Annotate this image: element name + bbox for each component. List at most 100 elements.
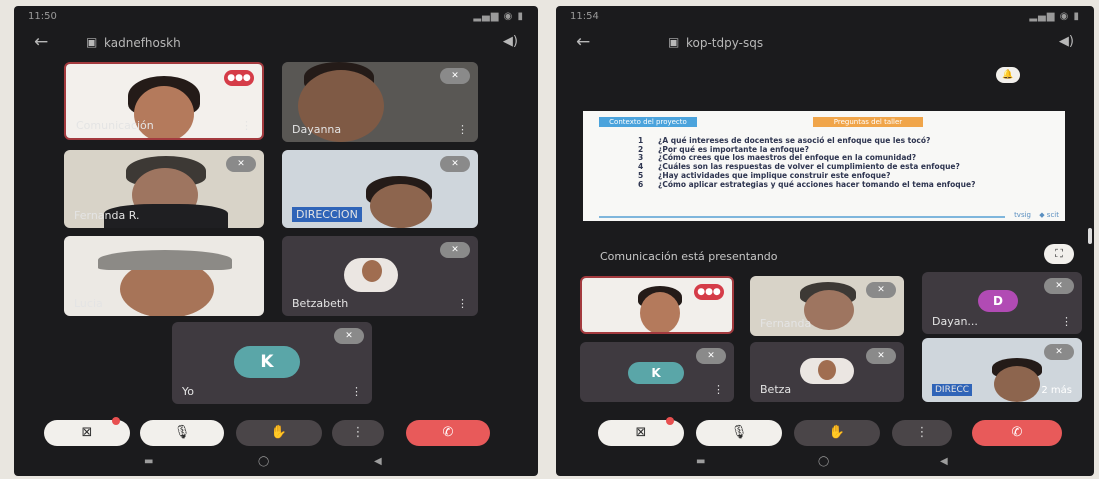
presenting-label: Comunicación está presentando — [600, 250, 778, 263]
back-arrow-icon[interactable]: ← — [576, 32, 590, 52]
more-participants-label[interactable]: 2 más — [1041, 385, 1072, 396]
status-time: 11:54 — [570, 11, 599, 22]
slide-logo: ◆ scit — [1039, 211, 1059, 219]
mic-muted-icon: ✕ — [1044, 344, 1074, 360]
phone-screen-right: 11:54 ▂▄▆ ◉ ▮ ← ▣ kop-tdpy-sqs ◀) 🔔 Cont… — [556, 6, 1094, 476]
more-options-button[interactable]: ⋮ — [892, 420, 952, 446]
avatar: K — [628, 362, 684, 384]
call-controls: ⊠ 🎙 ✋ ⋮ ✆ — [14, 417, 538, 450]
participant-name: Betza — [760, 383, 792, 396]
status-bar: 11:54 ▂▄▆ ◉ ▮ — [570, 11, 1080, 25]
hand-icon: ✋ — [828, 425, 846, 440]
status-time: 11:50 — [28, 11, 57, 22]
avatar: K — [234, 346, 300, 378]
android-nav-bar: ▬ ◯ ◀ — [556, 456, 1094, 470]
mic-off-icon: 🎙 — [173, 425, 191, 440]
hand-icon: ✋ — [270, 425, 288, 440]
status-bar: 11:50 ▂▄▆ ◉ ▮ — [28, 11, 524, 25]
more-vert-icon: ⋮ — [351, 425, 365, 440]
more-options-icon[interactable]: ⋮ — [241, 119, 252, 132]
back-arrow-icon[interactable]: ← — [34, 32, 48, 52]
switch-camera-icon[interactable]: ▣ — [86, 35, 97, 49]
status-icons: ▂▄▆ ◉ ▮ — [473, 11, 524, 22]
self-view-tile[interactable]: K ✕ Yo ⋮ — [172, 322, 372, 404]
end-call-button[interactable]: ✆ — [972, 420, 1062, 446]
mic-muted-icon: ✕ — [440, 68, 470, 84]
mic-muted-icon: ✕ — [696, 348, 726, 364]
meeting-code[interactable]: kop-tdpy-sqs — [686, 36, 763, 50]
raise-hand-button[interactable]: ✋ — [236, 420, 322, 446]
camera-toggle-button[interactable]: ⊠ — [44, 417, 130, 446]
back-icon[interactable]: ◀ — [940, 456, 948, 467]
more-vert-icon: ⋮ — [915, 425, 929, 440]
participant-tile[interactable]: ✕ Dayanna ⋮ — [282, 62, 478, 142]
raise-hand-button[interactable]: ✋ — [794, 420, 880, 446]
mic-toggle-button[interactable]: 🎙 — [696, 420, 782, 446]
more-options-button[interactable]: ⋮ — [332, 420, 384, 446]
hat — [98, 250, 232, 270]
mic-muted-icon: ✕ — [334, 328, 364, 344]
participant-name: Fernanda — [760, 317, 812, 330]
speaker-icon[interactable]: ◀) — [1059, 34, 1074, 49]
call-controls: ⊠ 🎙 ✋ ⋮ ✆ — [556, 417, 1094, 450]
participant-name: Yo — [182, 385, 194, 398]
notification-bell-icon[interactable]: 🔔 — [996, 67, 1020, 83]
participant-name: Dayanna — [292, 123, 342, 136]
switch-camera-icon[interactable]: ▣ — [668, 35, 679, 49]
back-icon[interactable]: ◀ — [374, 456, 382, 467]
more-options-icon[interactable]: ⋮ — [457, 297, 468, 310]
participant-tile[interactable]: ●●● — [580, 276, 734, 334]
mic-muted-icon: ✕ — [440, 156, 470, 172]
mic-muted-icon: ✕ — [866, 348, 896, 364]
more-options-icon[interactable]: ⋮ — [457, 123, 468, 136]
speaker-icon[interactable]: ◀) — [503, 34, 518, 49]
recents-icon[interactable]: ▬ — [144, 456, 153, 467]
participant-tile[interactable]: ●●● Comunicación ⋮ — [64, 62, 264, 140]
phone-screen-left: 11:50 ▂▄▆ ◉ ▮ ← ▣ kadnefhoskh ◀) ●●● Com… — [14, 6, 538, 476]
end-call-icon: ✆ — [442, 425, 454, 440]
mic-muted-icon: ✕ — [866, 282, 896, 298]
shared-presentation: Contexto del proyecto Preguntas del tall… — [583, 111, 1065, 221]
camera-off-icon: ⊠ — [81, 425, 93, 440]
participant-tile[interactable]: ✕ Betzabeth ⋮ — [282, 236, 478, 316]
recents-icon[interactable]: ▬ — [696, 456, 705, 467]
participant-tile[interactable]: ✕ DIRECC 2 más — [922, 338, 1082, 402]
participant-tile[interactable]: ✕ Betza — [750, 342, 904, 402]
slide-tag: Preguntas del taller — [813, 117, 923, 127]
end-call-icon: ✆ — [1011, 425, 1023, 440]
scrollbar-thumb[interactable] — [1088, 228, 1092, 244]
mic-toggle-button[interactable]: 🎙 — [140, 420, 224, 446]
participant-name: Fernanda R. — [74, 209, 140, 222]
meeting-code[interactable]: kadnefhoskh — [104, 36, 181, 50]
participant-tile[interactable]: Lucia — [64, 236, 264, 316]
participant-name: DIRECCION — [292, 207, 362, 222]
camera-toggle-button[interactable]: ⊠ — [598, 417, 684, 446]
home-icon[interactable]: ◯ — [258, 456, 269, 467]
fullscreen-icon[interactable]: ⛶ — [1044, 244, 1074, 264]
mic-muted-icon: ✕ — [1044, 278, 1074, 294]
more-options-icon[interactable]: ⋮ — [713, 383, 724, 396]
end-call-button[interactable]: ✆ — [406, 420, 490, 446]
participant-name: DIRECC — [932, 384, 973, 396]
participant-tile[interactable]: ✕ Fernanda R. — [64, 150, 264, 228]
participant-tile[interactable]: ✕ DIRECCION — [282, 150, 478, 228]
participant-tile[interactable]: D ✕ Dayan... ⋮ — [922, 272, 1082, 334]
participant-name: Dayan... — [932, 315, 978, 328]
slide-logo: tvsig — [1014, 211, 1031, 219]
status-icons: ▂▄▆ ◉ ▮ — [1029, 11, 1080, 22]
speaking-indicator-icon: ●●● — [224, 70, 254, 86]
camera-off-icon: ⊠ — [635, 425, 647, 440]
self-view-tile[interactable]: K ✕ ⋮ — [580, 342, 734, 402]
slide-tag: Contexto del proyecto — [599, 117, 697, 127]
speaking-indicator-icon: ●●● — [694, 284, 724, 300]
participant-name: Betzabeth — [292, 297, 349, 310]
home-icon[interactable]: ◯ — [818, 456, 829, 467]
mic-muted-icon: ✕ — [440, 242, 470, 258]
meeting-top-bar: ← ▣ kadnefhoskh ◀) — [34, 30, 518, 56]
avatar: D — [978, 290, 1018, 312]
android-nav-bar: ▬ ◯ ◀ — [14, 456, 538, 470]
participant-tile[interactable]: ✕ Fernanda — [750, 276, 904, 336]
mic-muted-icon: ✕ — [226, 156, 256, 172]
more-options-icon[interactable]: ⋮ — [351, 385, 362, 398]
more-options-icon[interactable]: ⋮ — [1061, 315, 1072, 328]
